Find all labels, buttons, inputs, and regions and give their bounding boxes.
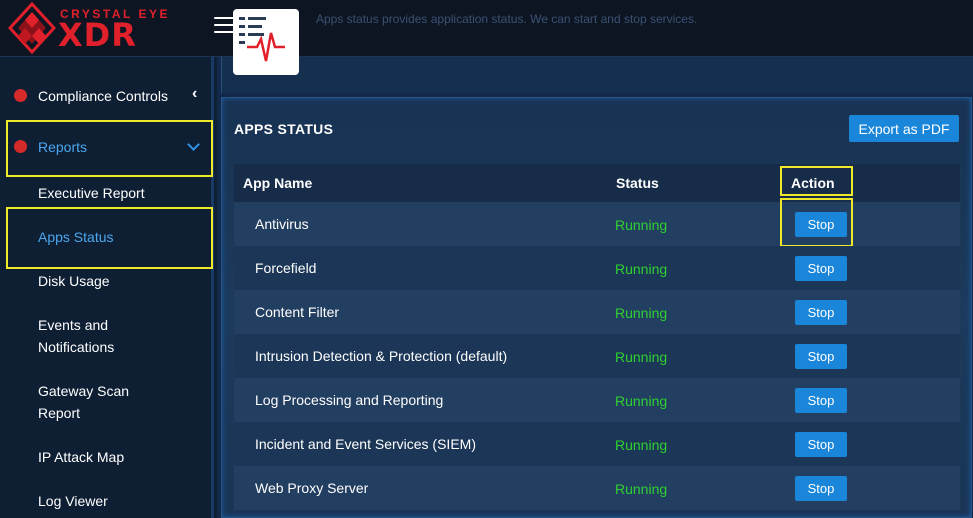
stop-button[interactable]: Stop — [795, 388, 847, 413]
app-name-cell: Log Processing and Reporting — [255, 392, 444, 408]
brand-emblem-icon — [8, 2, 56, 54]
export-pdf-button[interactable]: Export as PDF — [849, 115, 959, 142]
status-cell: Running — [615, 481, 668, 497]
stop-button[interactable]: Stop — [795, 432, 847, 457]
app-name-cell: Antivirus — [255, 216, 309, 232]
description-card — [221, 57, 973, 93]
panel-title: APPS STATUS — [234, 121, 334, 137]
column-header-status[interactable]: Status — [616, 175, 659, 191]
dot-icon — [14, 140, 27, 153]
top-bar: CRYSTAL EYE XDR Apps status provides app… — [0, 0, 973, 57]
brand-name: XDR — [58, 16, 137, 54]
table-row: Content Filter Running Stop — [234, 290, 960, 334]
main-content: APPS STATUS Export as PDF App Name Statu… — [217, 57, 973, 518]
brand-logo[interactable]: CRYSTAL EYE XDR — [8, 2, 186, 54]
sidebar-subitem-line: Gateway Scan — [38, 383, 130, 399]
chevron-down-icon — [187, 138, 200, 151]
status-cell: Running — [615, 393, 668, 409]
stop-button[interactable]: Stop — [795, 476, 847, 501]
sidebar-item-compliance-controls[interactable]: Compliance Controls ‹ — [0, 85, 214, 107]
sidebar: Compliance Controls ‹ Reports Executive … — [0, 57, 214, 518]
sidebar-subitem-log-viewer[interactable]: Log Viewer — [38, 490, 108, 512]
sidebar-subitem-line: Notifications — [38, 339, 115, 355]
table-row: Forcefield Running Stop — [234, 246, 960, 290]
column-header-action[interactable]: Action — [791, 175, 835, 191]
status-cell: Running — [615, 349, 668, 365]
chevron-left-icon: ‹ — [192, 85, 198, 102]
apps-status-icon — [233, 9, 299, 75]
sidebar-subitem-disk-usage[interactable]: Disk Usage — [38, 270, 110, 292]
status-cell: Running — [615, 305, 668, 321]
sidebar-subitem-line: Events and — [38, 317, 109, 333]
sidebar-item-reports[interactable]: Reports — [0, 137, 214, 159]
sidebar-subitem-ip-attack-map[interactable]: IP Attack Map — [38, 446, 124, 468]
page-description: Apps status provides application status.… — [316, 12, 698, 26]
table-row: Web Proxy Server Running Stop — [234, 466, 960, 510]
sidebar-subitem-line: Report — [38, 405, 81, 421]
status-cell: Running — [615, 261, 668, 277]
app-name-cell: Web Proxy Server — [255, 480, 369, 496]
sidebar-item-label: Compliance Controls — [38, 88, 168, 104]
app-name-cell: Content Filter — [255, 304, 340, 320]
dot-icon — [14, 89, 27, 102]
stop-button[interactable]: Stop — [795, 256, 847, 281]
table-row: Incident and Event Services (SIEM) Runnin… — [234, 422, 960, 466]
table-row: Intrusion Detection & Protection (defaul… — [234, 334, 960, 378]
status-cell: Running — [615, 217, 668, 233]
app-name-cell: Forcefield — [255, 260, 317, 276]
table-header: App Name Status Action — [234, 164, 960, 202]
sidebar-subitem-gateway-scan-report[interactable]: Gateway Scan Report — [38, 380, 129, 424]
stop-button[interactable]: Stop — [795, 344, 847, 369]
app-name-cell: Intrusion Detection & Protection (defaul… — [255, 348, 508, 364]
status-cell: Running — [615, 437, 668, 453]
sidebar-subitem-events-notifications[interactable]: Events and Notifications — [38, 314, 114, 358]
sidebar-subitem-apps-status[interactable]: Apps Status — [38, 226, 114, 248]
table-row: Log Processing and Reporting Running Stop — [234, 378, 960, 422]
stop-button-highlight — [780, 198, 853, 247]
app-name-cell: Incident and Event Services (SIEM) — [255, 436, 476, 452]
sidebar-item-label: Reports — [38, 139, 88, 155]
stop-button[interactable]: Stop — [795, 300, 847, 325]
apps-status-panel: APPS STATUS Export as PDF App Name Statu… — [221, 97, 972, 518]
table-row: Antivirus Running Stop — [234, 198, 960, 247]
sidebar-subitem-executive-report[interactable]: Executive Report — [38, 182, 145, 204]
column-header-app-name[interactable]: App Name — [243, 175, 312, 191]
